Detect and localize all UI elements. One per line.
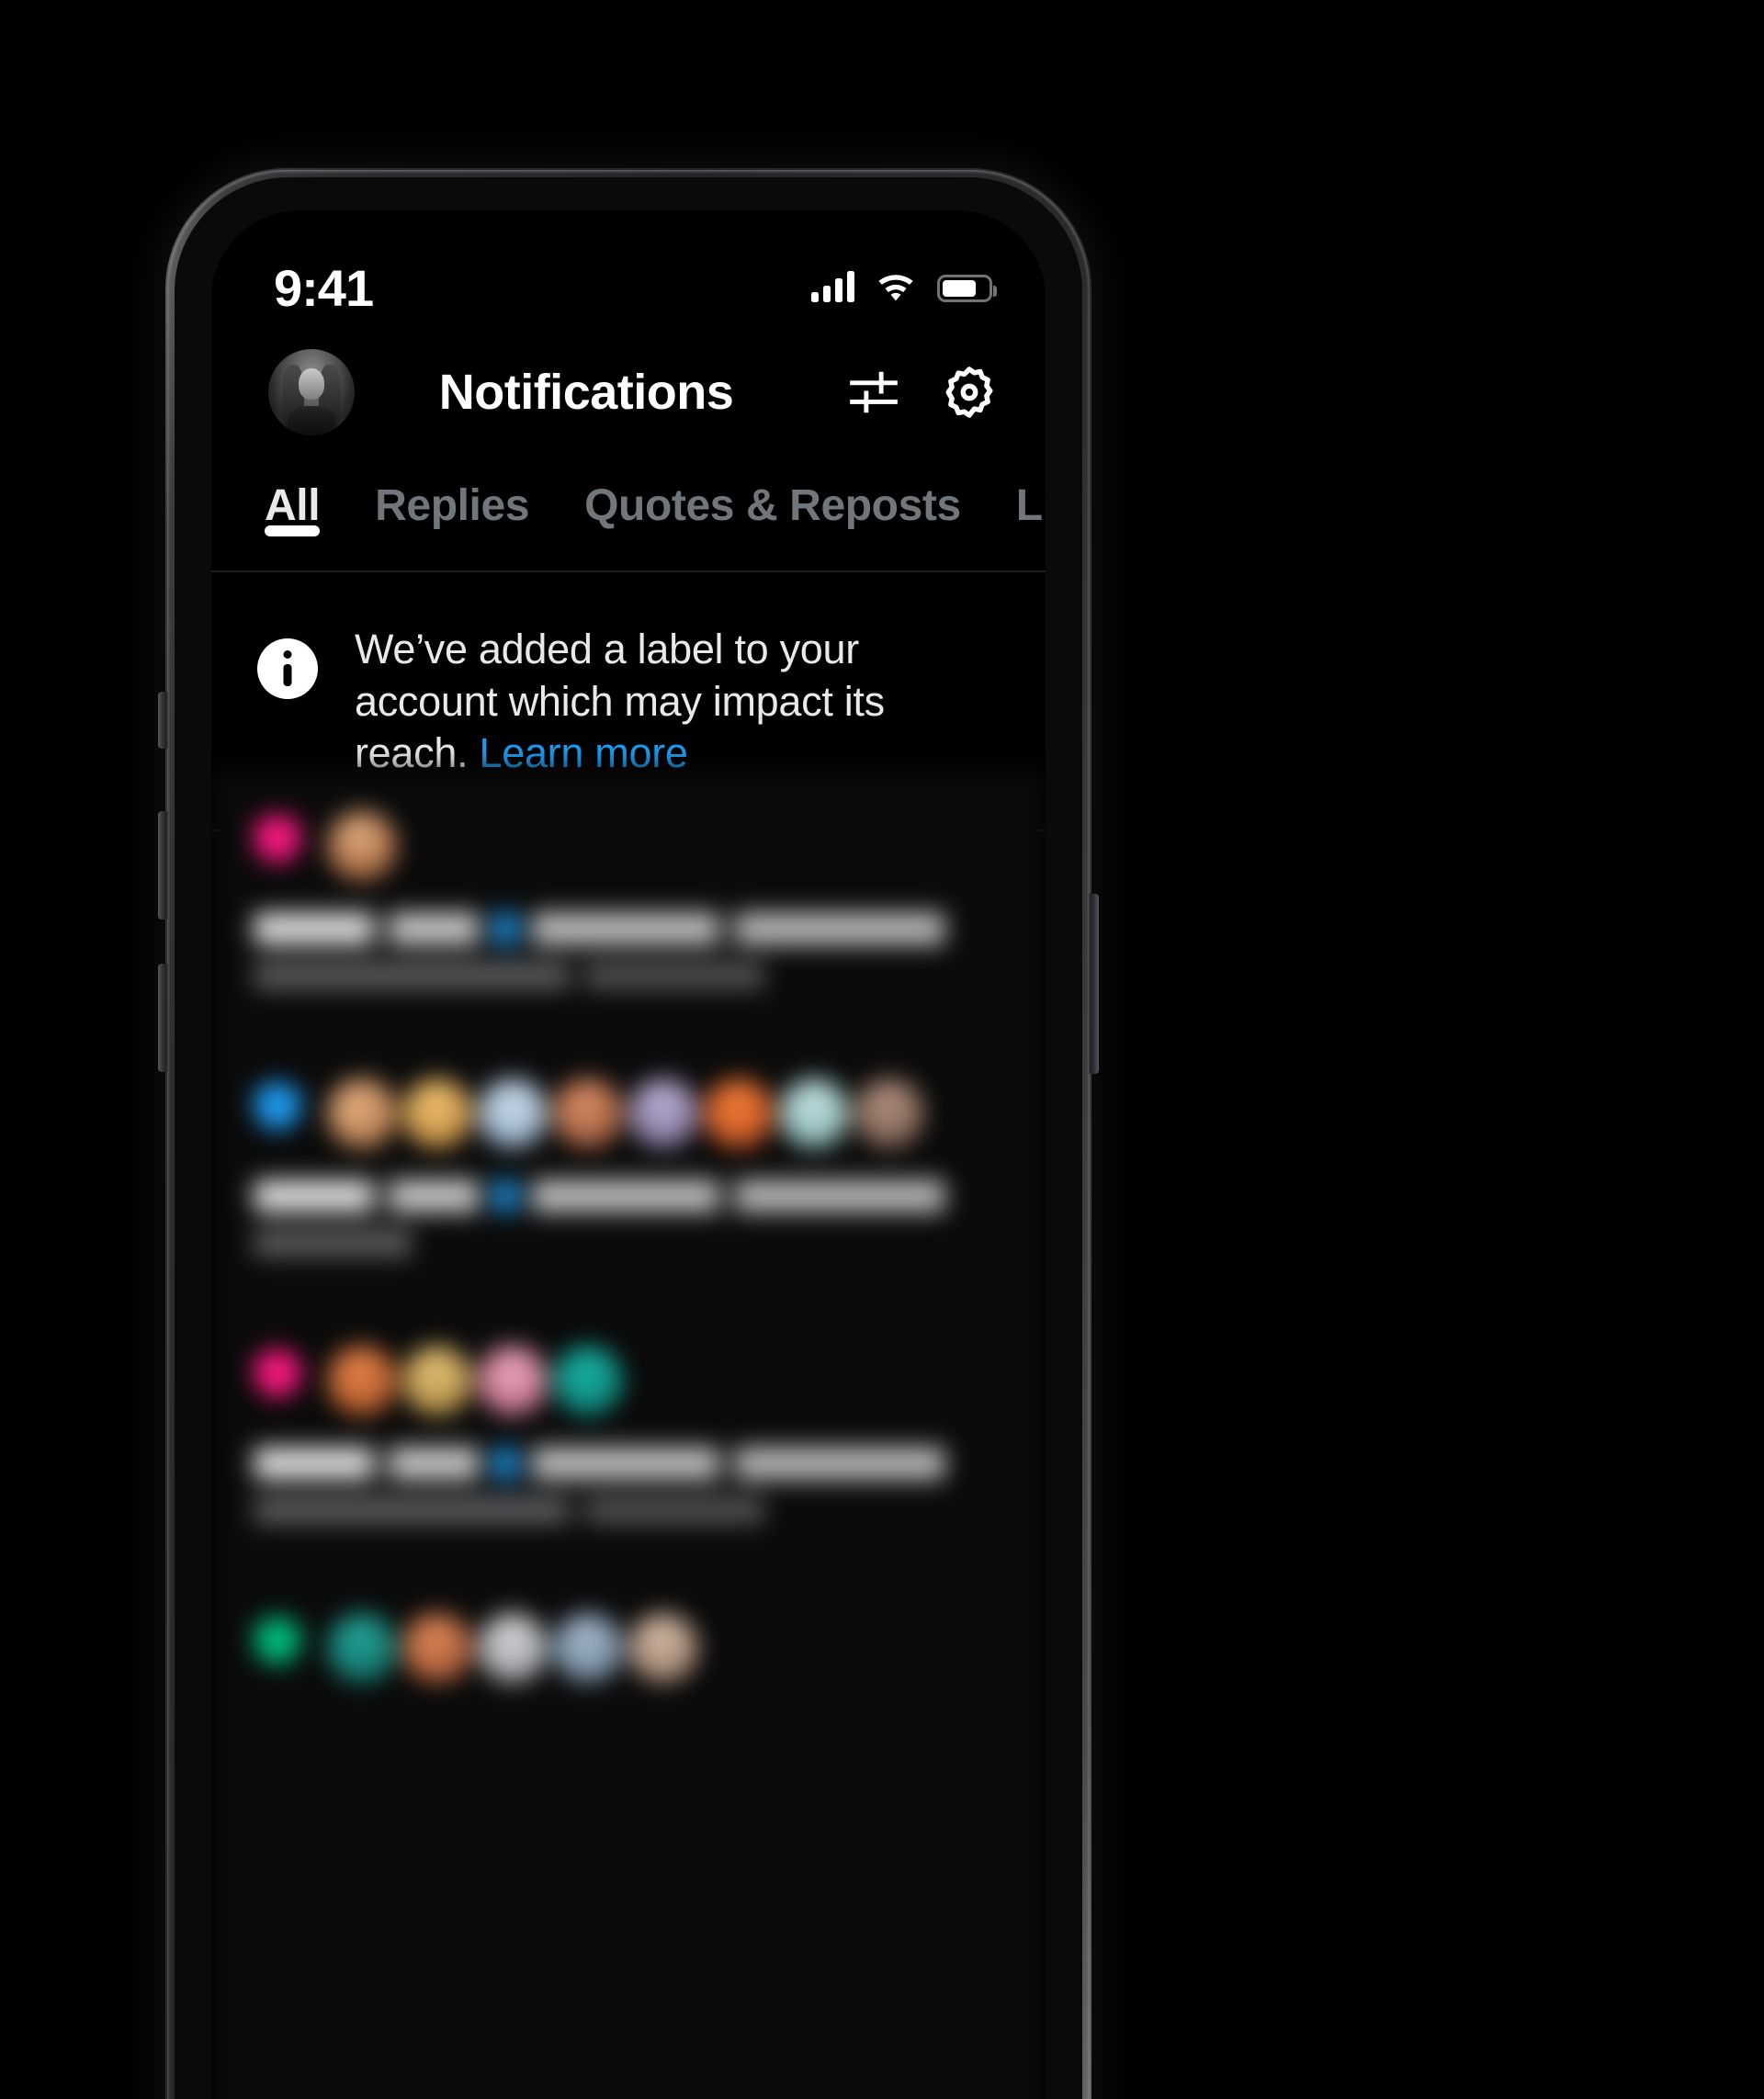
volume-up-button[interactable] bbox=[158, 811, 168, 920]
notifications-tab-bar[interactable]: All Replies Quotes & Reposts Likes Men bbox=[211, 457, 1046, 572]
notification-row[interactable] bbox=[211, 771, 1046, 1038]
notification-row[interactable] bbox=[211, 1038, 1046, 1305]
notification-list[interactable] bbox=[211, 771, 1046, 2099]
avatar bbox=[327, 1078, 397, 1148]
avatar bbox=[478, 1346, 548, 1416]
info-circle-icon bbox=[257, 638, 318, 699]
avatar bbox=[553, 1613, 623, 1683]
notification-text bbox=[254, 1179, 1005, 1257]
phone-screen: 9:41 Notifications All Replies Quotes & … bbox=[211, 210, 1046, 2099]
learn-more-link[interactable]: Learn more bbox=[479, 729, 687, 776]
avatar-group bbox=[327, 811, 397, 881]
avatar bbox=[553, 1346, 623, 1416]
tab-likes[interactable]: Likes bbox=[989, 457, 1046, 531]
notification-row[interactable] bbox=[211, 1573, 1046, 1715]
heart-icon bbox=[254, 1349, 301, 1397]
notification-text bbox=[254, 912, 1005, 989]
avatar bbox=[854, 1078, 924, 1148]
battery-icon bbox=[937, 275, 997, 302]
avatar bbox=[327, 1613, 397, 1683]
avatar bbox=[327, 811, 397, 881]
tab-replies[interactable]: Replies bbox=[347, 457, 557, 531]
status-bar: 9:41 bbox=[211, 210, 1046, 328]
status-bar-icons bbox=[811, 271, 997, 306]
header-actions bbox=[845, 364, 998, 421]
settings-gear-icon[interactable] bbox=[941, 364, 998, 421]
page-title: Notifications bbox=[438, 365, 734, 420]
notification-row[interactable] bbox=[211, 1305, 1046, 1573]
avatar-group bbox=[327, 1346, 623, 1416]
screenshot-stage: 9:41 Notifications All Replies Quotes & … bbox=[0, 0, 1764, 2099]
avatar bbox=[327, 1346, 397, 1416]
avatar bbox=[478, 1078, 548, 1148]
phone-bezel: 9:41 Notifications All Replies Quotes & … bbox=[175, 177, 1082, 2099]
avatar bbox=[553, 1078, 623, 1148]
wifi-icon bbox=[878, 275, 913, 301]
phone-device-frame: 9:41 Notifications All Replies Quotes & … bbox=[158, 168, 1099, 2099]
avatar bbox=[402, 1078, 472, 1148]
tab-quotes-reposts[interactable]: Quotes & Reposts bbox=[557, 457, 989, 531]
person-plus-icon bbox=[254, 1082, 301, 1130]
silent-switch-button[interactable] bbox=[158, 692, 168, 749]
heart-icon bbox=[254, 815, 301, 863]
repost-icon bbox=[254, 1617, 301, 1665]
avatar-group bbox=[327, 1613, 698, 1683]
cellular-signal-icon bbox=[811, 271, 854, 302]
avatar bbox=[402, 1346, 472, 1416]
avatar bbox=[478, 1613, 548, 1683]
filter-sliders-icon[interactable] bbox=[845, 364, 902, 421]
status-bar-clock: 9:41 bbox=[274, 259, 374, 317]
notification-text bbox=[254, 1447, 1005, 1524]
tab-all[interactable]: All bbox=[237, 457, 347, 536]
avatar bbox=[628, 1613, 698, 1683]
avatar bbox=[704, 1078, 774, 1148]
volume-down-button[interactable] bbox=[158, 964, 168, 1072]
avatar bbox=[628, 1078, 698, 1148]
avatar-group bbox=[327, 1078, 924, 1148]
avatar bbox=[402, 1613, 472, 1683]
power-button[interactable] bbox=[1089, 894, 1099, 1074]
app-header: Notifications bbox=[211, 328, 1046, 457]
avatar bbox=[779, 1078, 849, 1148]
banner-text: We’ve added a label to your account whic… bbox=[355, 624, 1005, 780]
profile-avatar[interactable] bbox=[268, 349, 355, 435]
